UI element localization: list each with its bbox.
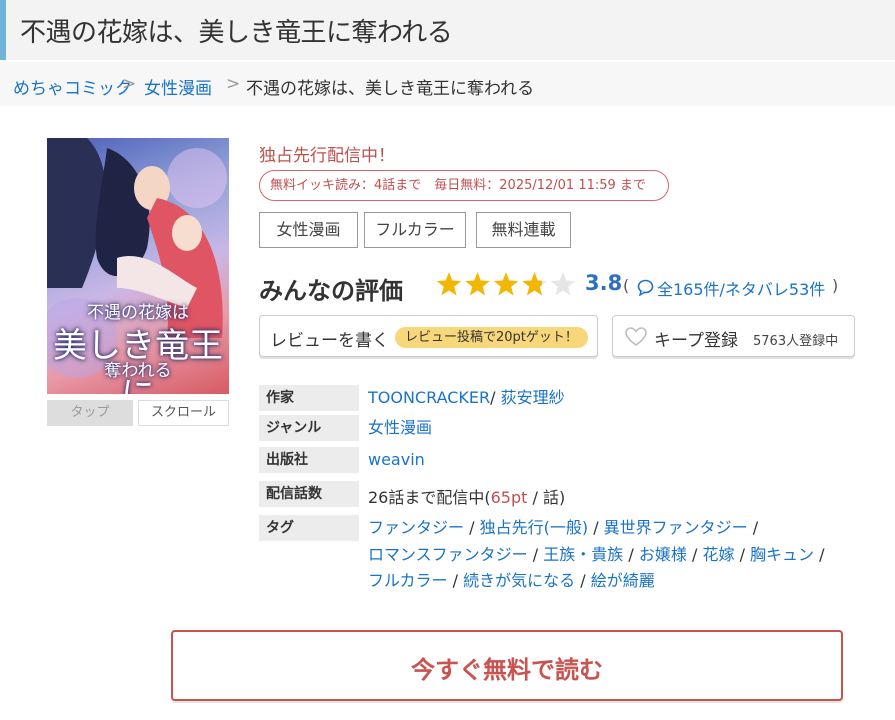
tag-separator: / (580, 571, 586, 590)
star-icon (465, 272, 490, 296)
tags-row-1: ファンタジー / 独占先行(一般) / 異世界ファンタジー / (368, 514, 758, 538)
rating-close-paren: ) (832, 276, 839, 295)
heart-icon (625, 327, 647, 346)
breadcrumb: めちゃコミック > 女性漫画 > 不遇の花嫁は、美しき竜王に奪われる (0, 62, 895, 106)
genre-label: ジャンル (259, 415, 359, 441)
publisher-label: 出版社 (259, 447, 359, 473)
author-link[interactable]: TOONCRACKER (368, 388, 490, 407)
rating-open-paren: ( (623, 276, 630, 295)
episodes-price: 65pt (490, 488, 528, 507)
episodes-label: 配信話数 (259, 481, 359, 507)
review-points-badge: レビュー投稿で20ptゲット！ (395, 327, 588, 348)
tag-link[interactable]: 異世界ファンタジー (604, 518, 748, 537)
publisher-link[interactable]: weavin (368, 450, 425, 469)
author-separator: / (490, 388, 496, 407)
rating-stars (436, 272, 576, 296)
write-review-label: レビューを書く (270, 331, 389, 351)
tags-row-3: フルカラー / 続きが気になる / 絵が綺麗 (368, 567, 655, 591)
breadcrumb-separator-icon: > (226, 74, 241, 94)
tag-link[interactable]: 絵が綺麗 (591, 571, 655, 590)
star-icon (436, 272, 462, 296)
author-label: 作家 (259, 385, 359, 411)
keep-register-count: 5763人登録中 (753, 334, 839, 349)
tag-link[interactable]: お嬢様 (639, 545, 687, 564)
tags-row-2: ロマンスファンタジー / 王族・貴族 / お嬢様 / 花嫁 / 胸キュン / (368, 541, 825, 565)
tag-separator: / (593, 518, 599, 537)
tag-separator: / (739, 545, 745, 564)
read-free-now-label: 今すぐ無料で読む (411, 656, 603, 684)
tag-link[interactable]: ロマンスファンタジー (368, 545, 528, 564)
tag-link[interactable]: 王族・貴族 (543, 545, 623, 564)
episodes-suffix: / 話) (527, 488, 566, 507)
cover-image[interactable]: 不遇の花嫁は 美しき竜王に 奪われる (47, 138, 229, 394)
read-free-now-button[interactable]: 今すぐ無料で読む (171, 630, 843, 701)
cover-title-line3: 奪われる (104, 361, 172, 381)
genre-tag-button[interactable]: 女性漫画 (259, 212, 358, 248)
keep-register-button[interactable]: キープ登録 5763人登録中 (612, 315, 855, 357)
keep-register-label: キープ登録 (654, 331, 738, 351)
breadcrumb-category-link[interactable]: 女性漫画 (144, 74, 212, 99)
tag-separator: / (532, 545, 539, 564)
breadcrumb-home-link[interactable]: めちゃコミック (13, 74, 132, 99)
tag-separator: / (691, 545, 698, 564)
tag-link[interactable]: ファンタジー (368, 518, 464, 537)
genre-tag-button[interactable]: 無料連載 (476, 212, 571, 248)
scroll-mode-button[interactable]: スクロール (138, 400, 229, 426)
rating-reviews-link[interactable]: 全165件/ネタバレ53件 (657, 276, 825, 300)
tag-link[interactable]: 続きが気になる (463, 571, 575, 590)
write-review-button[interactable]: レビューを書く レビュー投稿で20ptゲット！ (259, 315, 598, 357)
exclusive-label: 独占先行配信中！ (259, 146, 395, 166)
tap-mode-button[interactable]: タップ (47, 400, 133, 426)
episodes-value: 26話まで配信中(65pt / 話) (368, 484, 565, 508)
tag-separator: / (469, 518, 475, 537)
episodes-text: 26話まで配信中( (368, 488, 491, 507)
comment-icon (637, 279, 654, 296)
genre-link[interactable]: 女性漫画 (368, 414, 432, 438)
tag-link[interactable]: 独占先行(一般) (480, 518, 589, 537)
breadcrumb-current: 不遇の花嫁は、美しき竜王に奪われる (246, 79, 535, 99)
genre-tag-button[interactable]: フルカラー (364, 212, 466, 248)
rating-score: 3.8 (585, 271, 623, 295)
tag-link[interactable]: 花嫁 (702, 545, 734, 564)
title-bar: 不遇の花嫁は、美しき竜王に奪われる (0, 0, 895, 60)
author-values: TOONCRACKER/ 荻安理紗 (368, 384, 565, 408)
author-link[interactable]: 荻安理紗 (501, 388, 565, 407)
page-title: 不遇の花嫁は、美しき竜王に奪われる (20, 18, 453, 48)
tag-separator: / (452, 571, 459, 590)
tag-separator: / (752, 518, 759, 537)
rating-label: みんなの評価 (259, 277, 403, 305)
tag-separator: / (628, 545, 634, 564)
tag-link[interactable]: フルカラー (368, 571, 448, 590)
tag-separator: / (819, 545, 825, 564)
star-icon (550, 272, 576, 296)
star-icon (493, 272, 519, 296)
star-icon (522, 272, 547, 296)
tag-link[interactable]: 胸キュン (750, 545, 814, 564)
breadcrumb-separator-icon: > (122, 74, 137, 94)
free-info-badge: 無料イッキ読み：4話まで 毎日無料：2025/12/01 11:59 まで (259, 170, 669, 201)
tags-label: タグ (259, 515, 359, 541)
